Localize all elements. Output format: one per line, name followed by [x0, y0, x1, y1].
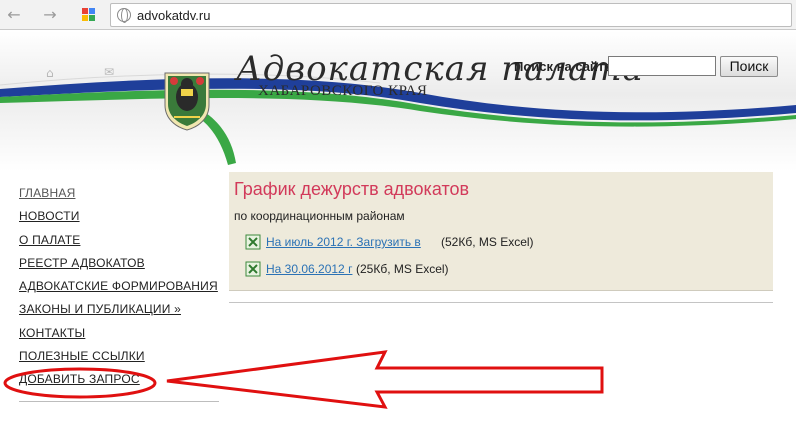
logo-subtitle: ХАБАРОВСКОГО КРАЯ: [258, 83, 428, 99]
sidebar-item-laws[interactable]: ЗАКОНЫ И ПУБЛИКАЦИИ »: [19, 300, 219, 323]
search-input[interactable]: [608, 56, 716, 76]
excel-file-icon: [245, 234, 261, 250]
sidebar-item-news[interactable]: НОВОСТИ: [19, 207, 219, 230]
forward-arrow-icon[interactable]: →: [40, 5, 60, 25]
page-title: График дежурств адвокатов: [234, 179, 470, 199]
highlight-ellipse: [3, 367, 157, 399]
sidebar-item-home[interactable]: ГЛАВНАЯ: [19, 184, 219, 207]
mail-icon[interactable]: ✉: [104, 66, 117, 78]
url-text: advokatdv.ru: [137, 8, 211, 23]
coat-of-arms-icon: [164, 72, 210, 131]
search-button[interactable]: Поиск: [720, 56, 778, 77]
excel-file-icon: [245, 261, 261, 277]
apps-icon[interactable]: [82, 8, 96, 22]
globe-icon: [117, 8, 131, 23]
search-label: Поиск на сайте:: [514, 59, 616, 74]
sidebar-item-registry[interactable]: РЕЕСТР АДВОКАТОВ: [19, 254, 219, 277]
file-download-link[interactable]: На июль 2012 г. Загрузить в: [266, 235, 421, 249]
file-download-link[interactable]: На 30.06.2012 г: [266, 262, 352, 276]
file-size-label: (25Кб, MS Excel): [356, 262, 449, 276]
duty-schedule-panel: График дежурств адвокатов по координацио…: [229, 172, 773, 291]
address-bar[interactable]: advokatdv.ru: [110, 3, 792, 27]
page-subtitle: по координационным районам: [234, 209, 405, 223]
pointer-arrow-icon: [166, 350, 604, 409]
back-arrow-icon[interactable]: ←: [4, 5, 24, 25]
sidebar-item-about[interactable]: О ПАЛАТЕ: [19, 231, 219, 254]
site-header: ⌂ ✉ Адвокатская палата ХАБАРОВСКОГО КРАЯ…: [0, 31, 796, 171]
file-size-label: (52Кб, MS Excel): [441, 235, 534, 249]
annotation-overlay: [3, 350, 604, 409]
content-divider: [229, 302, 773, 303]
browser-toolbar: ← → advokatdv.ru: [0, 0, 796, 30]
sidebar-item-firms[interactable]: АДВОКАТСКИЕ ФОРМИРОВАНИЯ: [19, 277, 219, 300]
home-icon[interactable]: ⌂: [46, 67, 58, 79]
